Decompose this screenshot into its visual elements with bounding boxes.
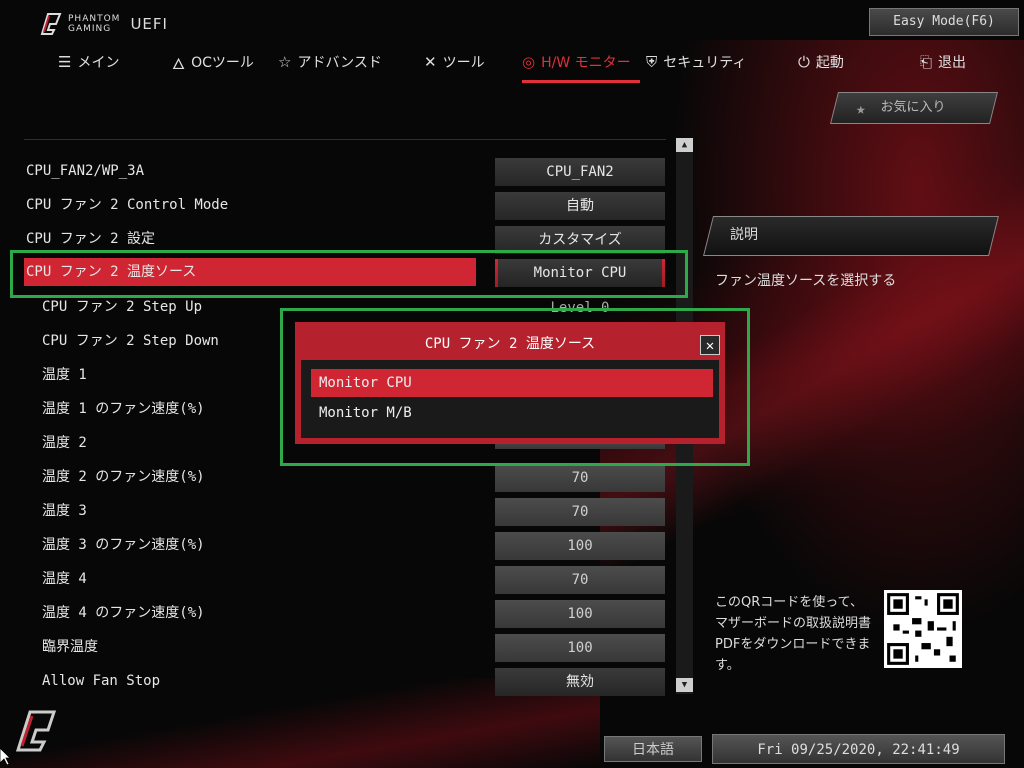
setting-label: CPU ファン 2 Control Mode — [26, 197, 229, 213]
brand-text: PHANTOM GAMING — [68, 14, 120, 34]
tab-tools[interactable]: ✕ ツール — [424, 48, 485, 76]
tab-label: ツール — [442, 55, 485, 71]
tools-icon: ✕ — [424, 53, 437, 71]
tab-label: OCツール — [191, 55, 254, 71]
setting-value[interactable]: Monitor CPU — [495, 259, 665, 287]
popup-option-monitor-cpu[interactable]: Monitor CPU — [311, 369, 713, 397]
rocket-icon: 🜂 — [172, 54, 186, 73]
setting-value[interactable]: 100 — [495, 634, 665, 662]
popup-option-monitor-mb[interactable]: Monitor M/B — [311, 399, 713, 427]
tab-hw-monitor[interactable]: ◎ H/W モニター — [522, 48, 631, 76]
tab-oc-tools[interactable]: 🜂 OCツール — [172, 48, 254, 76]
favorites-button[interactable]: ★ お気に入り — [826, 88, 1000, 128]
setting-label: CPU ファン 2 温度ソース — [26, 264, 197, 280]
setting-row[interactable]: CPU_FAN2/WP_3A CPU_FAN2 — [0, 155, 680, 187]
tab-label: H/W モニター — [541, 55, 631, 71]
setting-label: 温度 3 のファン速度(%) — [42, 537, 205, 553]
monitor-icon: ◎ — [522, 53, 536, 71]
setting-row[interactable]: 温度 4 70 — [0, 563, 680, 595]
qr-instructions: このQRコードを使って、マザーボードの取扱説明書PDFをダウンロードできます。 — [715, 595, 872, 673]
setting-row[interactable]: 温度 3 のファン速度(%) 100 — [0, 529, 680, 561]
setting-value[interactable]: 無効 — [495, 668, 665, 696]
mouse-cursor-icon — [0, 748, 10, 766]
tab-security[interactable]: ⛨ セキュリティ — [646, 48, 746, 76]
setting-value[interactable]: 70 — [495, 498, 665, 526]
tab-main[interactable]: ☰ メイン — [58, 48, 119, 76]
main-nav: ☰ メイン 🜂 OCツール ☆ アドバンスド ✕ ツール ◎ H/W モニター … — [0, 48, 1024, 78]
setting-value[interactable]: 70 — [495, 566, 665, 594]
setting-label: CPU ファン 2 Step Up — [42, 299, 203, 315]
exit-icon: ⎗ — [920, 53, 933, 71]
setting-label: 温度 4 のファン速度(%) — [42, 605, 205, 621]
language-button[interactable]: 日本語 — [604, 736, 702, 762]
tab-boot[interactable]: ⏻ 起動 — [798, 48, 844, 76]
shield-icon: ⛨ — [646, 53, 658, 71]
power-icon: ⏻ — [798, 53, 810, 71]
setting-row[interactable]: 温度 3 70 — [0, 495, 680, 527]
setting-value[interactable]: CPU_FAN2 — [495, 158, 665, 186]
tab-label: 退出 — [938, 55, 967, 71]
setting-label: 温度 2 のファン速度(%) — [42, 469, 205, 485]
setting-row[interactable]: CPU ファン 2 設定 カスタマイズ — [0, 223, 680, 255]
tab-label: セキュリティ — [663, 55, 747, 71]
setting-row[interactable]: CPU ファン 2 Step Up Level 0 — [0, 291, 680, 323]
qr-code-icon — [884, 590, 962, 668]
datetime-display: Fri 09/25/2020, 22:41:49 — [712, 734, 1005, 764]
description-header: 説明 — [700, 214, 1000, 260]
setting-row[interactable]: 温度 4 のファン速度(%) 100 — [0, 597, 680, 629]
tab-label: メイン — [77, 55, 120, 71]
tab-exit[interactable]: ⎗ 退出 — [920, 48, 966, 76]
setting-label: Allow Fan Stop — [42, 673, 161, 689]
brand-logo: PHANTOM GAMING UEFI — [38, 12, 168, 36]
description-title: 説明 — [730, 227, 758, 243]
setting-row[interactable]: CPU ファン 2 Control Mode 自動 — [0, 189, 680, 221]
setting-value[interactable]: カスタマイズ — [495, 226, 665, 254]
brand-line1: PHANTOM — [68, 14, 121, 24]
description-text: ファン温度ソースを選択する — [715, 273, 897, 289]
active-tab-indicator — [522, 80, 640, 83]
setting-label: 温度 1 — [42, 367, 87, 383]
setting-row[interactable]: 臨界温度 100 — [0, 631, 680, 663]
setting-label: 温度 3 — [42, 503, 87, 519]
list-top-divider — [24, 139, 666, 140]
close-icon[interactable]: ✕ — [700, 335, 720, 355]
setting-row[interactable]: 温度 2 のファン速度(%) 70 — [0, 461, 680, 493]
setting-value[interactable]: 自動 — [495, 192, 665, 220]
setting-value[interactable]: 100 — [495, 600, 665, 628]
easy-mode-button[interactable]: Easy Mode(F6) — [869, 8, 1019, 36]
phantom-gaming-logo-icon — [15, 710, 57, 752]
list-icon: ☰ — [58, 53, 72, 71]
setting-label: 臨界温度 — [42, 639, 98, 655]
setting-value[interactable]: Level 0 — [495, 294, 665, 322]
star-icon: ☆ — [278, 53, 292, 71]
temperature-source-popup: CPU ファン 2 温度ソース ✕ Monitor CPU Monitor M/… — [295, 322, 725, 444]
setting-row-selected[interactable]: CPU ファン 2 温度ソース Monitor CPU — [0, 256, 680, 288]
tab-label: アドバンスド — [297, 55, 382, 71]
setting-row[interactable]: Allow Fan Stop 無効 — [0, 665, 680, 697]
scroll-down-icon[interactable]: ▼ — [676, 678, 693, 692]
scroll-up-icon[interactable]: ▲ — [676, 138, 693, 152]
tab-label: 起動 — [815, 55, 844, 71]
popup-title: CPU ファン 2 温度ソース — [301, 328, 719, 360]
setting-label: 温度 1 のファン速度(%) — [42, 401, 205, 417]
setting-value[interactable]: 70 — [495, 464, 665, 492]
phantom-gaming-logo-icon — [40, 13, 62, 35]
setting-value[interactable]: 100 — [495, 532, 665, 560]
setting-value-text: Monitor CPU — [498, 259, 662, 287]
tab-advanced[interactable]: ☆ アドバンスド — [278, 48, 382, 76]
setting-label: CPU_FAN2/WP_3A — [26, 163, 145, 179]
setting-label: 温度 2 — [42, 435, 87, 451]
setting-label: 温度 4 — [42, 571, 87, 587]
brand-line2: GAMING — [68, 24, 112, 34]
brand-uefi: UEFI — [130, 15, 168, 33]
setting-label: CPU ファン 2 Step Down — [42, 333, 219, 349]
favorites-label: お気に入り — [880, 100, 946, 115]
setting-label: CPU ファン 2 設定 — [26, 231, 156, 247]
